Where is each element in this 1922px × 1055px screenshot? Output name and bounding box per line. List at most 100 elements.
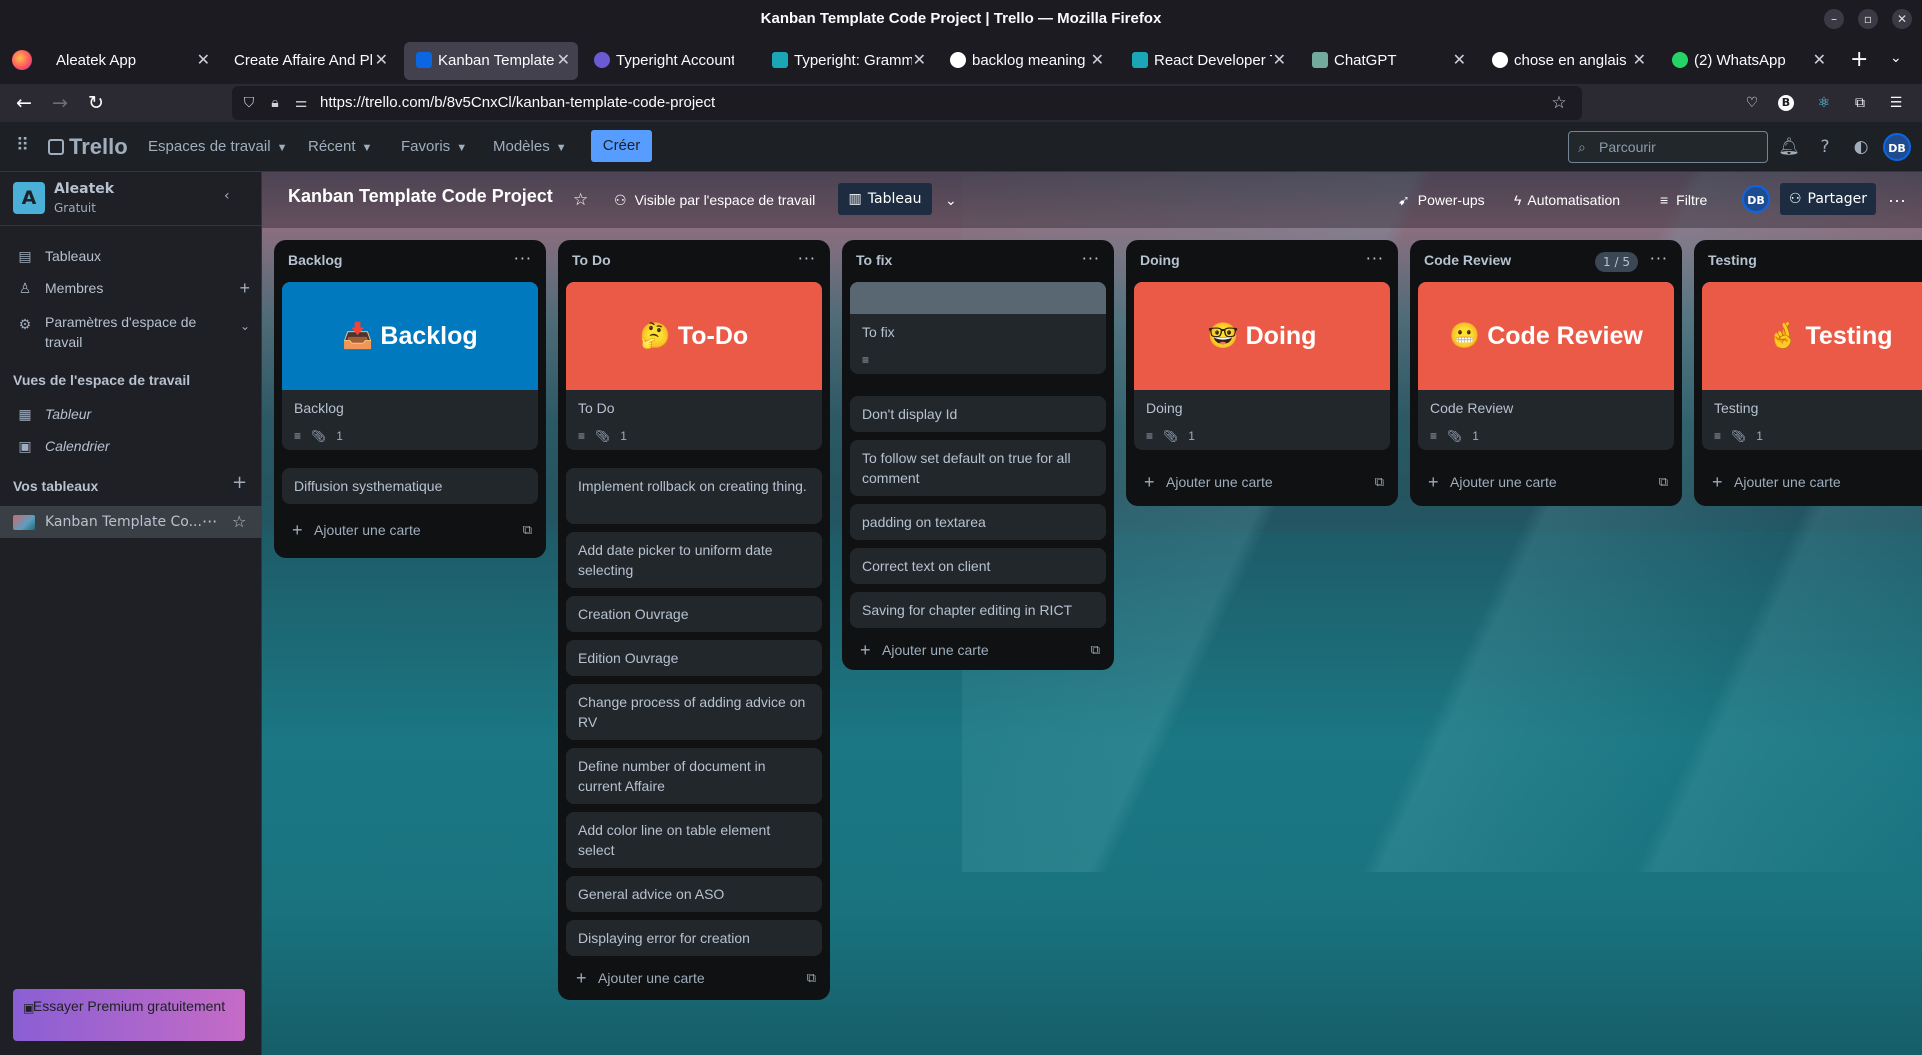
- add-card-button[interactable]: +Ajouter une carte⧉: [566, 962, 822, 994]
- notifications-icon[interactable]: 🔔︎: [1777, 135, 1801, 159]
- cover-card[interactable]: 😬 Code Review Code Review ≡ 📎︎ 1: [1418, 282, 1674, 450]
- board-menu-icon[interactable]: ···: [1888, 185, 1906, 215]
- close-icon[interactable]: ✕: [1091, 42, 1104, 80]
- list-item[interactable]: Implement rollback on creating thing.: [566, 468, 822, 524]
- automation-button[interactable]: ϟ Automatisation: [1514, 185, 1620, 215]
- add-card-button[interactable]: +Ajouter une carte⧉: [1134, 466, 1390, 498]
- list-item[interactable]: Saving for chapter editing in RICT: [850, 592, 1106, 628]
- sidebar-item-members[interactable]: ♙ Membres +: [0, 272, 262, 304]
- close-icon[interactable]: ✕: [557, 42, 570, 80]
- add-card-button[interactable]: +Ajouter une carte⧉: [282, 514, 538, 546]
- bookmark-star-icon[interactable]: ☆: [1550, 93, 1568, 113]
- tab-typeright-account[interactable]: Typeright Account: [582, 42, 756, 80]
- cover-card[interactable]: To fix ≡: [850, 282, 1106, 374]
- sidebar-board-kanban[interactable]: Kanban Template Co... ··· ☆: [0, 506, 262, 538]
- list-title[interactable]: Testing: [1708, 252, 1757, 268]
- list-item[interactable]: Edition Ouvrage: [566, 640, 822, 676]
- list-header[interactable]: Testing ···: [1694, 240, 1922, 282]
- tab-chose-en-anglais[interactable]: chose en anglais ✕: [1480, 42, 1654, 80]
- tab-chatgpt[interactable]: ChatGPT ✕: [1300, 42, 1474, 80]
- share-button[interactable]: ⚇ Partager: [1780, 183, 1876, 215]
- list-header[interactable]: Backlog ···: [274, 240, 546, 282]
- theme-icon[interactable]: ◐: [1849, 135, 1873, 159]
- list-header[interactable]: Code Review 1 / 5 ···: [1410, 240, 1682, 282]
- visibility-button[interactable]: ⚇ Visible par l'espace de travail: [614, 185, 815, 215]
- list-menu-icon[interactable]: ···: [1366, 249, 1384, 268]
- view-switcher-chevron-icon[interactable]: ⌄: [945, 185, 957, 215]
- list-item[interactable]: Add date picker to uniform date selectin…: [566, 532, 822, 588]
- list-menu-icon[interactable]: ···: [798, 249, 816, 268]
- close-icon[interactable]: ✕: [1273, 42, 1286, 80]
- create-button[interactable]: Créer: [591, 130, 652, 162]
- list-item[interactable]: Creation Ouvrage: [566, 596, 822, 632]
- add-card-button[interactable]: +Ajouter une carte⧉: [1702, 466, 1922, 498]
- list-menu-icon[interactable]: ···: [1650, 249, 1668, 268]
- list-item[interactable]: Define number of document in current Aff…: [566, 748, 822, 804]
- card-template-icon[interactable]: ⧉: [1659, 466, 1668, 498]
- extensions-icon[interactable]: ⧉: [1850, 93, 1870, 113]
- reload-icon[interactable]: ↻: [82, 90, 110, 116]
- list-header[interactable]: To fix ···: [842, 240, 1114, 282]
- close-icon[interactable]: ✕: [1633, 42, 1646, 80]
- tab-typeright-grammar[interactable]: Typeright: Gramm ✕: [760, 42, 934, 80]
- card-template-icon[interactable]: ⧉: [1375, 466, 1384, 498]
- list-item[interactable]: Don't display Id: [850, 396, 1106, 432]
- list-title[interactable]: Doing: [1140, 252, 1180, 268]
- list-item[interactable]: Correct text on client: [850, 548, 1106, 584]
- list-item[interactable]: Diffusion systhematique: [282, 468, 538, 504]
- add-card-button[interactable]: +Ajouter une carte⧉: [1418, 466, 1674, 498]
- add-member-icon[interactable]: +: [239, 272, 250, 304]
- tab-react-developer[interactable]: React Developer T ✕: [1120, 42, 1294, 80]
- card-template-icon[interactable]: ⧉: [807, 962, 816, 994]
- tab-create-affaire[interactable]: Create Affaire And Pl ✕: [222, 42, 396, 80]
- board-view-button[interactable]: ▥ Tableau: [838, 183, 932, 215]
- cover-card[interactable]: 📥 Backlog Backlog ≡ 📎︎ 1: [282, 282, 538, 450]
- board-title[interactable]: Kanban Template Code Project: [288, 186, 553, 207]
- close-icon[interactable]: ✕: [913, 42, 926, 80]
- tab-whatsapp[interactable]: (2) WhatsApp ✕: [1660, 42, 1834, 80]
- card-template-icon[interactable]: ⧉: [523, 514, 532, 546]
- list-item[interactable]: padding on textarea: [850, 504, 1106, 540]
- new-tab-icon[interactable]: +: [1850, 48, 1868, 72]
- minimize-button[interactable]: –: [1824, 9, 1844, 29]
- react-devtools-icon[interactable]: ⚛: [1814, 93, 1834, 113]
- firefox-icon[interactable]: [12, 50, 32, 70]
- close-icon[interactable]: ✕: [197, 42, 210, 80]
- sidebar-item-boards[interactable]: ▤ Tableaux: [0, 240, 262, 272]
- menu-starred[interactable]: Favoris ▼: [401, 134, 467, 160]
- menu-templates[interactable]: Modèles ▼: [493, 134, 567, 160]
- close-icon[interactable]: ✕: [375, 42, 388, 80]
- board-member-avatar[interactable]: DB: [1742, 185, 1770, 213]
- add-board-icon[interactable]: +: [232, 472, 247, 493]
- sidebar-item-settings[interactable]: ⚙ Paramètres d'espace de travail ⌄: [0, 310, 262, 354]
- list-title[interactable]: Code Review: [1424, 252, 1511, 268]
- list-title[interactable]: To Do: [572, 252, 611, 268]
- lock-icon[interactable]: 🔒︎: [266, 93, 284, 113]
- tab-aleatek[interactable]: Aleatek App ✕: [44, 42, 218, 80]
- list-item[interactable]: Add color line on table element select: [566, 812, 822, 868]
- sidebar-item-table-view[interactable]: ▦ Tableur: [0, 398, 262, 430]
- card-template-icon[interactable]: ⧉: [1091, 634, 1100, 666]
- help-icon[interactable]: ?: [1813, 135, 1837, 159]
- back-icon[interactable]: ←: [10, 90, 38, 116]
- powerups-button[interactable]: ➹ Power-ups: [1398, 185, 1485, 215]
- tab-kanban-template[interactable]: Kanban Template ✕: [404, 42, 578, 80]
- pocket-icon[interactable]: ♡: [1742, 93, 1762, 113]
- chevron-down-icon[interactable]: ⌄: [240, 316, 250, 336]
- search-input[interactable]: ⌕ Parcourir: [1568, 131, 1768, 163]
- shield-icon[interactable]: ⛉: [240, 93, 258, 113]
- menu-recent[interactable]: Récent ▼: [308, 134, 372, 160]
- list-item[interactable]: General advice on ASO: [566, 876, 822, 912]
- workspace-avatar[interactable]: A: [13, 182, 45, 214]
- close-window-button[interactable]: ✕: [1892, 9, 1912, 29]
- app-switcher-icon[interactable]: ⠿: [16, 136, 29, 156]
- collapse-sidebar-icon[interactable]: ‹: [224, 188, 230, 204]
- filter-button[interactable]: ≡ Filtre: [1660, 185, 1707, 215]
- list-tabs-icon[interactable]: ⌄: [1890, 50, 1902, 66]
- list-menu-icon[interactable]: ···: [514, 249, 532, 268]
- list-header[interactable]: To Do ···: [558, 240, 830, 282]
- extension-b-icon[interactable]: B: [1778, 95, 1794, 111]
- star-board-icon[interactable]: ☆: [573, 185, 588, 215]
- close-icon[interactable]: ✕: [1813, 42, 1826, 80]
- add-card-button[interactable]: +Ajouter une carte⧉: [850, 634, 1106, 666]
